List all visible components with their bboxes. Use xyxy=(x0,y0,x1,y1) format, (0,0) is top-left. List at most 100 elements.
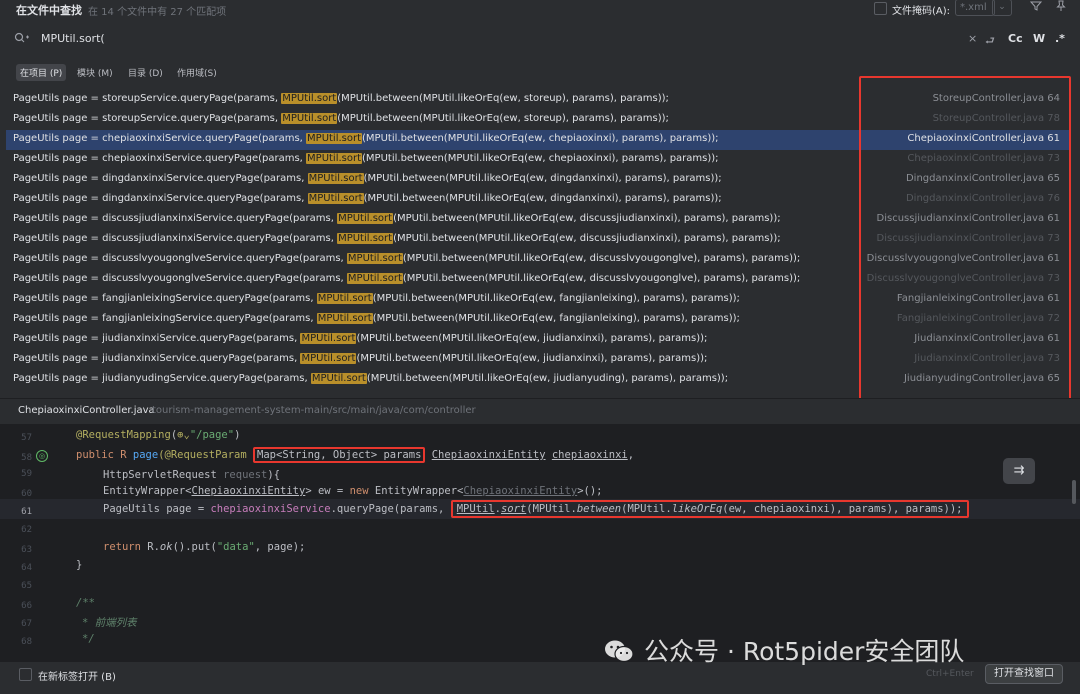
result-match: MPUtil.sort xyxy=(306,133,363,144)
line-number: 63 xyxy=(21,545,32,555)
code-line-63: return R.ok().put("data", page); xyxy=(103,541,306,553)
result-suffix: (MPUtil.between(MPUtil.likeOrEq(ew, ding… xyxy=(363,173,722,184)
result-prefix: PageUtils page = discussjiudianxinxiServ… xyxy=(13,233,338,244)
result-suffix: (MPUtil.between(MPUtil.likeOrEq(ew, disc… xyxy=(393,213,781,224)
line-number: 67 xyxy=(21,619,32,629)
result-match: MPUtil.sort xyxy=(337,213,394,224)
result-code-text: PageUtils page = fangjianleixingService.… xyxy=(13,293,740,304)
line-number: 65 xyxy=(21,581,32,591)
new-tab-label: 在新标签打开 (B) xyxy=(38,672,116,683)
result-prefix: PageUtils page = discusslvyougonglveServ… xyxy=(13,253,347,264)
result-prefix: PageUtils page = fangjianleixingService.… xyxy=(13,313,317,324)
preview-file-name: ChepiaoxinxiController.java xyxy=(18,405,155,416)
code-line-57: @RequestMapping(⊕⌄"/page") xyxy=(76,429,241,441)
result-prefix: PageUtils page = jiudianxinxiService.que… xyxy=(13,333,301,344)
code-line-60: EntityWrapper<ChepiaoxinxiEntity> ew = n… xyxy=(103,485,603,497)
wrap-toggle-button[interactable]: ⇉ xyxy=(1003,458,1035,484)
line-number: 61 xyxy=(21,507,32,517)
regex-toggle[interactable]: .* xyxy=(1055,32,1065,45)
replace-toggle-icon[interactable]: ⮐ xyxy=(985,32,995,51)
pin-icon[interactable] xyxy=(1055,0,1067,15)
result-code-text: PageUtils page = jiudianyudingService.qu… xyxy=(13,373,728,384)
result-match: MPUtil.sort xyxy=(306,153,363,164)
result-prefix: PageUtils page = fangjianleixingService.… xyxy=(13,293,317,304)
result-match: MPUtil.sort xyxy=(337,233,394,244)
result-suffix: (MPUtil.between(MPUtil.likeOrEq(ew, stor… xyxy=(337,93,669,104)
result-code-text: PageUtils page = chepiaoxinxiService.que… xyxy=(13,153,719,164)
result-code-text: PageUtils page = jiudianxinxiService.que… xyxy=(13,333,707,344)
search-input[interactable]: MPUtil.sort( xyxy=(41,32,105,45)
result-prefix: PageUtils page = jiudianyudingService.qu… xyxy=(13,373,311,384)
result-suffix: (MPUtil.between(MPUtil.likeOrEq(ew, stor… xyxy=(337,113,669,124)
result-prefix: PageUtils page = chepiaoxinxiService.que… xyxy=(13,133,307,144)
result-suffix: (MPUtil.between(MPUtil.likeOrEq(ew, jiud… xyxy=(356,333,708,344)
result-prefix: PageUtils page = dingdanxinxiService.que… xyxy=(13,173,308,184)
result-code-text: PageUtils page = fangjianleixingService.… xyxy=(13,313,740,324)
scope-tab-scope[interactable]: 作用域(S) xyxy=(173,64,221,81)
line-number: 64 xyxy=(21,563,32,573)
code-line-64: } xyxy=(76,559,83,571)
code-line-66: /** xyxy=(76,597,95,609)
result-suffix: (MPUtil.between(MPUtil.likeOrEq(ew, chep… xyxy=(362,133,719,144)
new-tab-checkbox[interactable] xyxy=(19,668,32,681)
result-code-text: PageUtils page = jiudianxinxiService.que… xyxy=(13,353,707,364)
shortcut-hint: Ctrl+Enter xyxy=(926,669,974,679)
line-number: 57 xyxy=(21,433,32,443)
files-highlight-box xyxy=(859,76,1071,414)
params-highlight-box: Map<String, Object> params xyxy=(253,447,426,463)
match-summary: 在 14 个文件中有 27 个匹配项 xyxy=(88,7,227,18)
result-prefix: PageUtils page = storeupService.queryPag… xyxy=(13,113,282,124)
code-line-61: PageUtils page = chepiaoxinxiService.que… xyxy=(103,500,969,518)
result-code-text: PageUtils page = discussjiudianxinxiServ… xyxy=(13,233,781,244)
result-suffix: (MPUtil.between(MPUtil.likeOrEq(ew, fang… xyxy=(372,313,740,324)
result-code-text: PageUtils page = discussjiudianxinxiServ… xyxy=(13,213,781,224)
match-case-toggle[interactable]: Cc xyxy=(1008,32,1023,45)
line-number: 66 xyxy=(21,601,32,611)
line-number: 59 xyxy=(21,469,32,479)
result-match: MPUtil.sort xyxy=(346,253,403,264)
result-match: MPUtil.sort xyxy=(307,193,364,204)
endpoint-gutter-icon[interactable]: ◎ xyxy=(36,450,48,462)
result-code-text: PageUtils page = dingdanxinxiService.que… xyxy=(13,193,722,204)
result-prefix: PageUtils page = discusslvyougonglveServ… xyxy=(13,273,347,284)
clear-search-icon[interactable]: × xyxy=(968,32,977,45)
file-mask-input[interactable]: *.xml xyxy=(955,0,995,16)
code-line-68: */ xyxy=(82,633,95,645)
result-suffix: (MPUtil.between(MPUtil.likeOrEq(ew, chep… xyxy=(362,153,719,164)
result-match: MPUtil.sort xyxy=(281,93,338,104)
result-match: MPUtil.sort xyxy=(307,173,364,184)
result-suffix: (MPUtil.between(MPUtil.likeOrEq(ew, ding… xyxy=(363,193,722,204)
preview-scrollbar[interactable] xyxy=(1072,480,1076,504)
scope-tab-directory[interactable]: 目录 (D) xyxy=(124,64,167,81)
result-match: MPUtil.sort xyxy=(310,373,367,384)
result-match: MPUtil.sort xyxy=(346,273,403,284)
result-prefix: PageUtils page = storeupService.queryPag… xyxy=(13,93,282,104)
result-code-text: PageUtils page = storeupService.queryPag… xyxy=(13,93,669,104)
result-prefix: PageUtils page = dingdanxinxiService.que… xyxy=(13,193,308,204)
result-suffix: (MPUtil.between(MPUtil.likeOrEq(ew, disc… xyxy=(402,253,801,264)
scope-tab-project[interactable]: 在项目 (P) xyxy=(16,64,67,81)
watermark: 公众号 · Rot5pider安全团队 xyxy=(604,632,964,668)
result-match: MPUtil.sort xyxy=(281,113,338,124)
file-mask-dropdown[interactable]: ⌄ xyxy=(992,0,1012,16)
result-code-text: PageUtils page = storeupService.queryPag… xyxy=(13,113,669,124)
funnel-icon[interactable] xyxy=(1029,0,1043,15)
scope-tab-module[interactable]: 模块 (M) xyxy=(73,64,117,81)
whole-word-toggle[interactable]: W xyxy=(1033,32,1045,45)
search-icon[interactable] xyxy=(14,32,30,47)
result-match: MPUtil.sort xyxy=(300,353,357,364)
line-number: 58 xyxy=(21,453,32,463)
file-mask-checkbox[interactable] xyxy=(874,2,887,15)
line-number: 68 xyxy=(21,637,32,647)
result-code-text: PageUtils page = discusslvyougonglveServ… xyxy=(13,273,800,284)
result-code-text: PageUtils page = chepiaoxinxiService.que… xyxy=(13,133,719,144)
result-suffix: (MPUtil.between(MPUtil.likeOrEq(ew, jiud… xyxy=(356,353,708,364)
line-number: 62 xyxy=(21,525,32,535)
sort-call-highlight-box: MPUtil.sort(MPUtil.between(MPUtil.likeOr… xyxy=(450,500,969,518)
result-match: MPUtil.sort xyxy=(316,313,373,324)
open-find-window-button[interactable]: 打开查找窗口 xyxy=(985,664,1063,684)
result-code-text: PageUtils page = discusslvyougonglveServ… xyxy=(13,253,800,264)
dialog-title: 在文件中查找 xyxy=(16,4,82,17)
result-prefix: PageUtils page = jiudianxinxiService.que… xyxy=(13,353,301,364)
wechat-icon xyxy=(604,639,634,663)
